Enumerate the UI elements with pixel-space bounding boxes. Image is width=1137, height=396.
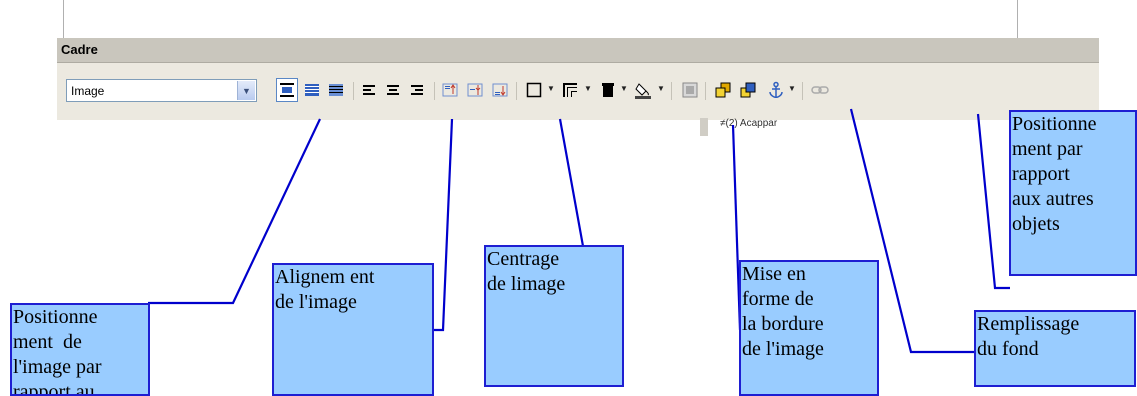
callout-alignment: Alignem ent de l'image <box>272 263 434 396</box>
callout-background-fill: Remplissage du fond <box>974 310 1136 387</box>
callout-object-position: Positionne ment par rapport aux autres o… <box>1009 110 1137 276</box>
connector-alignment <box>433 118 454 332</box>
callout-border-format: Mise en forme de la bordure de l'image <box>739 260 879 396</box>
callout-text-position: Positionne ment de l'image par rapport a… <box>10 303 150 396</box>
connector-object-position <box>976 113 1010 290</box>
callout-centering: Centrage de limage <box>484 245 624 387</box>
